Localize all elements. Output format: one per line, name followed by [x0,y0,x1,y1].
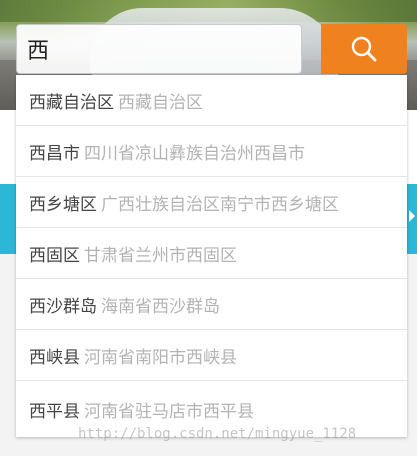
suggestion-full-address: 西藏自治区 [118,92,203,113]
suggestion-item[interactable]: 西昌市 四川省凉山彝族自治州西昌市 [16,126,407,177]
suggestion-item[interactable]: 西藏自治区 西藏自治区 [16,75,407,126]
suggestion-full-address: 河南省驻马店市西平县 [84,401,254,422]
suggestion-full-address: 海南省西沙群岛 [101,296,220,317]
search-button[interactable] [321,24,407,74]
next-arrow-icon[interactable] [409,210,415,222]
suggestion-item[interactable]: 西固区 甘肃省兰州市西固区 [16,228,407,279]
suggestion-full-address: 四川省凉山彝族自治州西昌市 [84,143,305,164]
suggestion-name: 西沙群岛 [29,296,97,317]
suggestion-full-address: 广西壮族自治区南宁市西乡塘区 [101,194,339,215]
search-input[interactable] [16,24,302,74]
suggestion-name: 西峡县 [29,347,80,368]
suggestion-full-address: 河南省南阳市西峡县 [84,347,237,368]
search-icon [351,36,377,62]
suggestion-item[interactable]: 西沙群岛 海南省西沙群岛 [16,279,407,330]
suggestion-list: 西藏自治区 西藏自治区 西昌市 四川省凉山彝族自治州西昌市 西乡塘区 广西壮族自… [16,75,407,437]
suggestion-name: 西昌市 [29,143,80,164]
suggestion-name: 西藏自治区 [29,92,114,113]
suggestion-name: 西固区 [29,245,80,266]
suggestion-name: 西平县 [29,401,80,422]
suggestion-name: 西乡塘区 [29,194,97,215]
suggestion-full-address: 甘肃省兰州市西固区 [84,245,237,266]
suggestion-item[interactable]: 西乡塘区 广西壮族自治区南宁市西乡塘区 [16,177,407,228]
suggestion-item[interactable]: 西峡县 河南省南阳市西峡县 [16,330,407,381]
watermark: http://blog.csdn.net/mingyue_1128 [78,426,357,442]
